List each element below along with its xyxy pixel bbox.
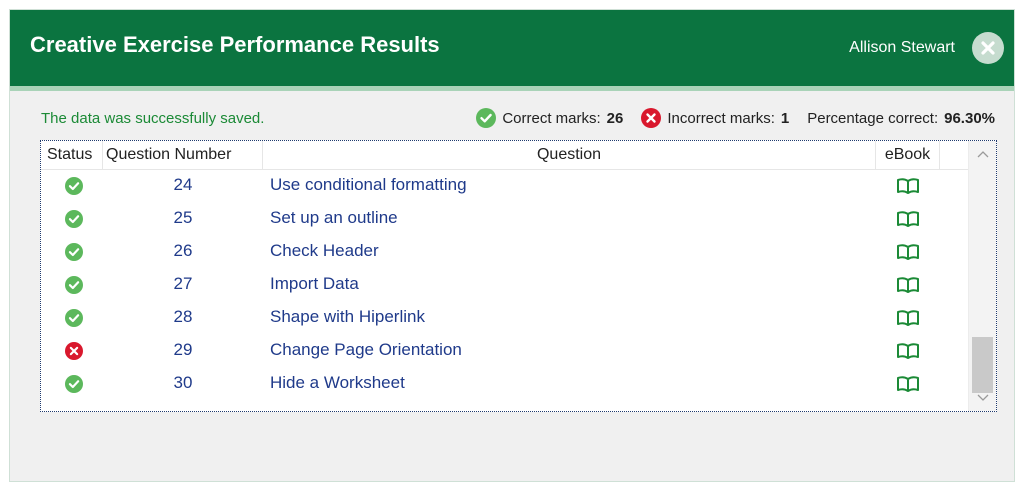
close-icon: [981, 41, 995, 55]
column-header-question-number[interactable]: Question Number: [103, 141, 263, 169]
check-circle-icon: [476, 108, 497, 128]
question-text[interactable]: Use conditional formatting: [270, 175, 467, 195]
close-button[interactable]: [972, 32, 1004, 64]
check-circle-icon: [65, 177, 83, 195]
vertical-scrollbar[interactable]: [968, 141, 996, 411]
chevron-up-icon: [977, 151, 989, 158]
book-icon[interactable]: [896, 342, 920, 360]
header-divider: [10, 86, 1014, 91]
table-row[interactable]: 27 Import Data: [41, 268, 968, 301]
table-row[interactable]: 26 Check Header: [41, 235, 968, 268]
book-icon[interactable]: [896, 276, 920, 294]
x-circle-icon: [641, 108, 662, 128]
book-icon[interactable]: [896, 177, 920, 195]
check-circle-icon: [65, 243, 83, 261]
question-text[interactable]: Import Data: [270, 274, 359, 294]
book-icon[interactable]: [896, 243, 920, 261]
question-number: 28: [173, 307, 193, 326]
table-row[interactable]: 24 Use conditional formatting: [41, 169, 968, 202]
book-icon[interactable]: [896, 210, 920, 228]
percentage-correct-value: 96.30%: [944, 109, 995, 127]
question-number: 25: [173, 208, 193, 227]
percentage-correct-label: Percentage correct:: [807, 109, 939, 127]
chevron-down-icon: [977, 394, 989, 401]
incorrect-marks-value: 1: [780, 109, 790, 127]
question-text[interactable]: Shape with Hiperlink: [270, 307, 425, 327]
question-number: 24: [173, 175, 193, 194]
title-bar: Creative Exercise Performance Results Al…: [10, 10, 1014, 86]
book-icon[interactable]: [896, 375, 920, 393]
question-number: 29: [173, 340, 193, 359]
question-number: 26: [173, 241, 193, 260]
results-table: Status Question Number Question eBook 24…: [40, 140, 997, 412]
question-number: 30: [173, 373, 193, 392]
column-header-status[interactable]: Status: [41, 141, 103, 169]
table-row[interactable]: 29 Change Page Orientation: [41, 334, 968, 367]
table-row[interactable]: 28 Shape with Hiperlink: [41, 301, 968, 334]
scrollbar-thumb[interactable]: [972, 337, 993, 393]
question-text[interactable]: Set up an outline: [270, 208, 398, 228]
check-circle-icon: [65, 276, 83, 294]
question-text[interactable]: Check Header: [270, 241, 379, 261]
check-circle-icon: [65, 375, 83, 393]
question-text[interactable]: Hide a Worksheet: [270, 373, 405, 393]
table-row[interactable]: 30 Hide a Worksheet: [41, 367, 968, 400]
user-name: Allison Stewart: [849, 39, 955, 56]
book-icon[interactable]: [896, 309, 920, 327]
check-circle-icon: [65, 210, 83, 228]
check-circle-icon: [65, 309, 83, 327]
scroll-down-button[interactable]: [969, 387, 996, 409]
x-circle-icon: [65, 342, 83, 360]
incorrect-marks-label: Incorrect marks:: [667, 109, 775, 127]
column-header-question[interactable]: Question: [263, 141, 876, 169]
score-summary: Correct marks: 26 Incorrect marks: 1 Per…: [476, 107, 995, 129]
correct-marks-label: Correct marks:: [502, 109, 601, 127]
question-number: 27: [173, 274, 193, 293]
results-window: Creative Exercise Performance Results Al…: [9, 9, 1015, 482]
question-text[interactable]: Change Page Orientation: [270, 340, 462, 360]
column-header-ebook[interactable]: eBook: [876, 141, 940, 169]
scroll-up-button[interactable]: [969, 143, 996, 165]
table-row[interactable]: 25 Set up an outline: [41, 202, 968, 235]
save-status-message: The data was successfully saved.: [41, 110, 265, 127]
table-header: Status Question Number Question eBook: [41, 141, 968, 170]
window-title: Creative Exercise Performance Results: [30, 32, 440, 57]
correct-marks-value: 26: [606, 109, 624, 127]
